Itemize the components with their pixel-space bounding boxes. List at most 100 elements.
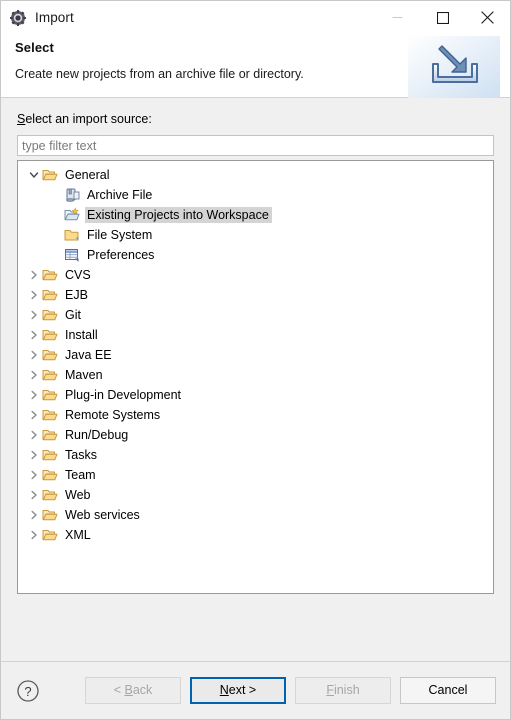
chevron-down-icon[interactable] [26,167,42,183]
chevron-right-icon[interactable] [26,347,42,363]
folder-open-icon [42,307,58,323]
tree-row-label: EJB [65,288,88,302]
tree-row-label: Team [65,468,96,482]
tree-row-label: XML [65,528,91,542]
tree-row[interactable]: Tasks [18,445,493,465]
tree-row-label: General [65,168,110,182]
minimize-icon[interactable] [375,1,420,34]
folder-open-icon [42,287,58,303]
tree-row[interactable]: EJB [18,285,493,305]
archive-file-icon [64,187,80,203]
tree-row[interactable]: Plug-in Development [18,385,493,405]
eclipse-gear-icon [10,9,26,26]
projects-folder-icon [64,207,80,223]
tree-row-label: Tasks [65,448,97,462]
folder-open-icon [42,467,58,483]
folder-open-icon [42,407,58,423]
folder-open-icon [42,267,58,283]
tree-row[interactable]: Git [18,305,493,325]
tree-row[interactable]: Web services [18,505,493,525]
dialog-body: Select an import source: General Archive … [1,98,510,661]
tree-row[interactable]: Existing Projects into Workspace [18,205,493,225]
folder-open-icon [42,327,58,343]
tree-row[interactable]: Run/Debug [18,425,493,445]
tree-row[interactable]: CVS [18,265,493,285]
source-label-rest: elect an import source: [25,112,152,126]
chevron-right-icon[interactable] [26,467,42,483]
import-source-tree[interactable]: General Archive File Existing Projects int… [17,160,494,594]
window-controls [375,1,510,34]
finish-mnemonic: F [326,683,334,697]
preferences-grid-icon [64,247,80,263]
help-question-icon[interactable]: ? [15,678,41,704]
cancel-label: Cancel [428,683,468,697]
back-label-pre: < [113,683,125,697]
tree-row[interactable]: Archive File [18,185,493,205]
chevron-right-icon[interactable] [26,287,42,303]
tree-row-label: Install [65,328,98,342]
back-mnemonic: B [124,683,133,697]
folder-open-icon [42,527,58,543]
button-bar: ? < Back Next > Finish Cancel [1,661,510,719]
chevron-right-icon[interactable] [26,307,42,323]
tree-row[interactable]: Web [18,485,493,505]
tree-row-label: Remote Systems [65,408,161,422]
chevron-right-icon[interactable] [26,427,42,443]
close-icon[interactable] [465,1,510,34]
chevron-right-icon[interactable] [26,507,42,523]
folder-open-icon [42,507,58,523]
chevron-right-icon[interactable] [26,407,42,423]
tree-row-label: File System [87,228,153,242]
folder-open-icon [42,387,58,403]
tree-row-label: Existing Projects into Workspace [85,207,272,223]
chevron-right-icon[interactable] [26,447,42,463]
next-mnemonic: N [219,683,229,697]
finish-label-post: inish [333,683,360,697]
next-label-post: ext > [228,683,257,697]
import-arrow-icon [408,36,500,98]
tree-row-label: Maven [65,368,103,382]
tree-row[interactable]: General [18,165,493,185]
tree-row[interactable]: Preferences [18,245,493,265]
tree-row-label: Web [65,488,91,502]
tree-row[interactable]: Install [18,325,493,345]
folder-open-icon [42,487,58,503]
chevron-right-icon[interactable] [26,267,42,283]
tree-row-label: Archive File [87,188,153,202]
tree-row-label: Web services [65,508,140,522]
tree-row-label: Plug-in Development [65,388,182,402]
tree-row[interactable]: Maven [18,365,493,385]
tree-row[interactable]: Remote Systems [18,405,493,425]
filter-input[interactable] [17,135,494,156]
chevron-right-icon[interactable] [26,367,42,383]
chevron-right-icon[interactable] [26,487,42,503]
tree-row-label: Run/Debug [65,428,129,442]
wizard-buttons: < Back Next > Finish Cancel [85,677,496,704]
tree-row-label: Git [65,308,81,322]
tree-row[interactable]: File System [18,225,493,245]
folder-open-icon [42,347,58,363]
folder-closed-icon [64,227,80,243]
tree-row[interactable]: Team [18,465,493,485]
back-button: < Back [85,677,181,704]
chevron-right-icon[interactable] [26,387,42,403]
next-button[interactable]: Next > [190,677,286,704]
cancel-button[interactable]: Cancel [400,677,496,704]
dialog-header: Select Create new projects from an archi… [1,34,510,98]
tree-row-label: Java EE [65,348,112,362]
back-label-post: ack [132,683,153,697]
window-title: Import [35,10,74,25]
import-dialog: Import Select Create new projects from a… [0,0,511,720]
tree-row[interactable]: XML [18,525,493,545]
tree-row[interactable]: Java EE [18,345,493,365]
chevron-right-icon[interactable] [26,327,42,343]
chevron-right-icon[interactable] [26,527,42,543]
folder-open-icon [42,427,58,443]
tree-row-label: CVS [65,268,91,282]
maximize-icon[interactable] [420,1,465,34]
folder-open-icon [42,167,58,183]
source-label: Select an import source: [17,112,494,126]
